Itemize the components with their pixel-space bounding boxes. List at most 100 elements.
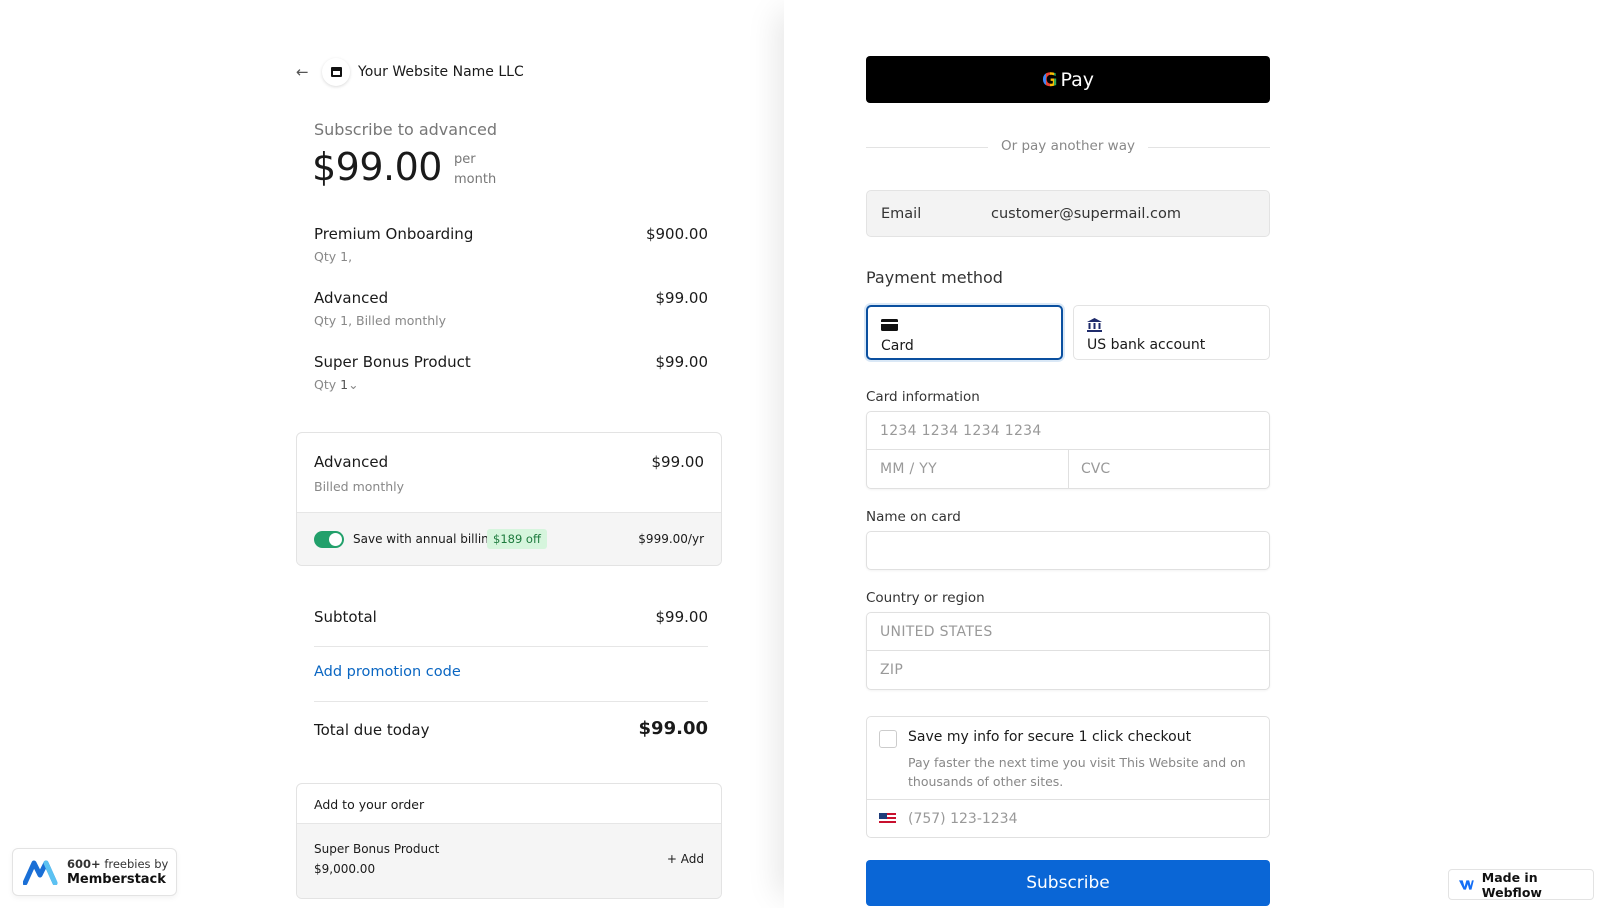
line-item: Super Bonus Product $99.00 Qty 1⌄ (314, 353, 708, 392)
subscribe-title: Subscribe to advanced (314, 120, 498, 139)
line-item-name: Super Bonus Product (314, 353, 471, 371)
address-field: UNITED STATES ZIP (866, 612, 1270, 690)
payment-method-bank[interactable]: US bank account (1073, 305, 1270, 360)
google-g-icon: G (1041, 68, 1058, 91)
price-month: month (454, 172, 497, 187)
store-logo (322, 58, 350, 86)
divider (314, 646, 708, 647)
plan-billing: Billed monthly (314, 479, 405, 494)
card-information-label: Card information (866, 389, 980, 405)
line-item-sub: Qty 1, Billed monthly (314, 313, 447, 328)
save-info-title: Save my info for secure 1 click checkout (908, 729, 1192, 745)
country-label: Country or region (866, 590, 985, 606)
discount-badge: $189 off (487, 529, 547, 549)
plan-summary: Advanced $99.00 Billed monthly (297, 433, 721, 513)
card-information-field: 1234 1234 1234 1234 MM / YY CVC (866, 411, 1270, 489)
store-icon (330, 67, 342, 77)
annual-price: $999.00/yr (638, 532, 704, 546)
or-divider: Or pay another way (866, 138, 1270, 158)
field-divider (1068, 450, 1069, 488)
payment-method-label: Card (881, 338, 914, 354)
addon-item: Super Bonus Product $9,000.00 + Add (297, 824, 721, 898)
webflow-logo-icon (1459, 879, 1474, 890)
add-promotion-code-link[interactable]: Add promotion code (314, 664, 461, 680)
save-info-box: Save my info for secure 1 click checkout… (866, 716, 1270, 838)
qty-select[interactable]: Qty 1⌄ (314, 377, 708, 392)
freebies-text: freebies by (104, 857, 169, 871)
subtotal-amount: $99.00 (655, 608, 709, 626)
made-in-webflow-badge[interactable]: Made in Webflow (1448, 869, 1594, 900)
price-period: per month (454, 150, 514, 190)
expiry-input[interactable]: MM / YY (880, 461, 937, 477)
annual-billing-row: Save with annual billing $189 off $999.0… (297, 513, 721, 565)
store-name: Your Website Name LLC (358, 64, 524, 80)
email-label: Email (881, 206, 922, 222)
email-field[interactable]: Email customer@supermail.com (866, 190, 1270, 237)
annual-billing-label: Save with annual billing (353, 532, 497, 546)
freebies-count: 600+ (67, 857, 101, 871)
card-number-input[interactable]: 1234 1234 1234 1234 (867, 412, 1269, 450)
country-value: UNITED STATES (880, 624, 993, 640)
price-amount: $99.00 (312, 145, 442, 189)
zip-input[interactable]: ZIP (867, 651, 1269, 689)
us-flag-icon (879, 813, 896, 825)
or-text: Or pay another way (1001, 138, 1135, 154)
bank-icon (1087, 318, 1102, 332)
payment-pane: G Pay Or pay another way Email customer@… (784, 0, 1600, 908)
or-line-right (1148, 147, 1270, 148)
subtotal-label: Subtotal (314, 608, 377, 626)
chevron-down-icon[interactable]: ⌄ (348, 377, 358, 392)
card-icon (881, 319, 898, 331)
card-expiry-cvc-row: MM / YY CVC (867, 450, 1269, 488)
addon-heading: Add to your order (297, 784, 721, 824)
qty-value[interactable]: 1 (340, 377, 348, 392)
line-item-amount: $99.00 (655, 353, 709, 371)
total-row: Total due today $99.00 (314, 718, 708, 739)
line-item-name: Advanced (314, 289, 389, 307)
line-item-sub: Qty 1, (314, 249, 353, 264)
line-item-amount: $900.00 (645, 225, 708, 243)
toggle-knob (329, 533, 342, 546)
memberstack-logo-icon (23, 860, 58, 885)
email-value[interactable]: customer@supermail.com (991, 206, 1181, 222)
payment-method-label: US bank account (1087, 337, 1206, 353)
phone-input[interactable]: (757) 123-1234 (867, 799, 1269, 838)
google-pay-button[interactable]: G Pay (866, 56, 1270, 103)
payment-method-title: Payment method (866, 268, 1003, 287)
cvc-input[interactable]: CVC (1081, 461, 1110, 477)
add-addon-button[interactable]: + Add (667, 852, 704, 866)
divider (314, 701, 708, 702)
qty-label: Qty (314, 377, 337, 392)
addon-box: Add to your order Super Bonus Product $9… (296, 783, 722, 899)
save-info-checkbox[interactable] (879, 730, 897, 748)
header: ← Your Website Name LLC (296, 58, 524, 86)
payment-method-card[interactable]: Card (866, 305, 1063, 360)
memberstack-brand: Memberstack (67, 872, 166, 887)
line-item: Premium Onboarding $900.00 Qty 1, (314, 225, 708, 264)
subscribe-button[interactable]: Subscribe (866, 860, 1270, 906)
card-number-placeholder: 1234 1234 1234 1234 (880, 423, 1042, 439)
memberstack-text: 600+ freebies by Memberstack (67, 857, 168, 887)
subtotal-row: Subtotal $99.00 (314, 608, 708, 626)
memberstack-count-line: 600+ freebies by (67, 857, 168, 872)
addon-name: Super Bonus Product (314, 842, 440, 856)
memberstack-badge[interactable]: 600+ freebies by Memberstack (12, 848, 177, 896)
name-on-card-label: Name on card (866, 509, 961, 525)
plan-amount: $99.00 (651, 453, 705, 471)
plan-box: Advanced $99.00 Billed monthly Save with… (296, 432, 722, 566)
annual-billing-toggle[interactable] (314, 531, 344, 548)
webflow-badge-text: Made in Webflow (1481, 869, 1542, 900)
zip-placeholder: ZIP (880, 662, 904, 678)
total-amount: $99.00 (638, 718, 708, 739)
line-item-amount: $99.00 (655, 289, 709, 307)
phone-placeholder: (757) 123-1234 (908, 811, 1018, 827)
back-arrow-icon[interactable]: ← (296, 63, 316, 81)
country-select[interactable]: UNITED STATES (867, 613, 1269, 651)
total-label: Total due today (314, 721, 430, 739)
order-summary-pane: ← Your Website Name LLC Subscribe to adv… (0, 0, 784, 908)
line-item: Advanced $99.00 Qty 1, Billed monthly (314, 289, 708, 328)
plan-name: Advanced (314, 453, 389, 471)
name-on-card-input[interactable] (866, 531, 1270, 570)
save-info-description: Pay faster the next time you visit This … (908, 755, 1246, 789)
gpay-label: Pay (1060, 68, 1095, 91)
